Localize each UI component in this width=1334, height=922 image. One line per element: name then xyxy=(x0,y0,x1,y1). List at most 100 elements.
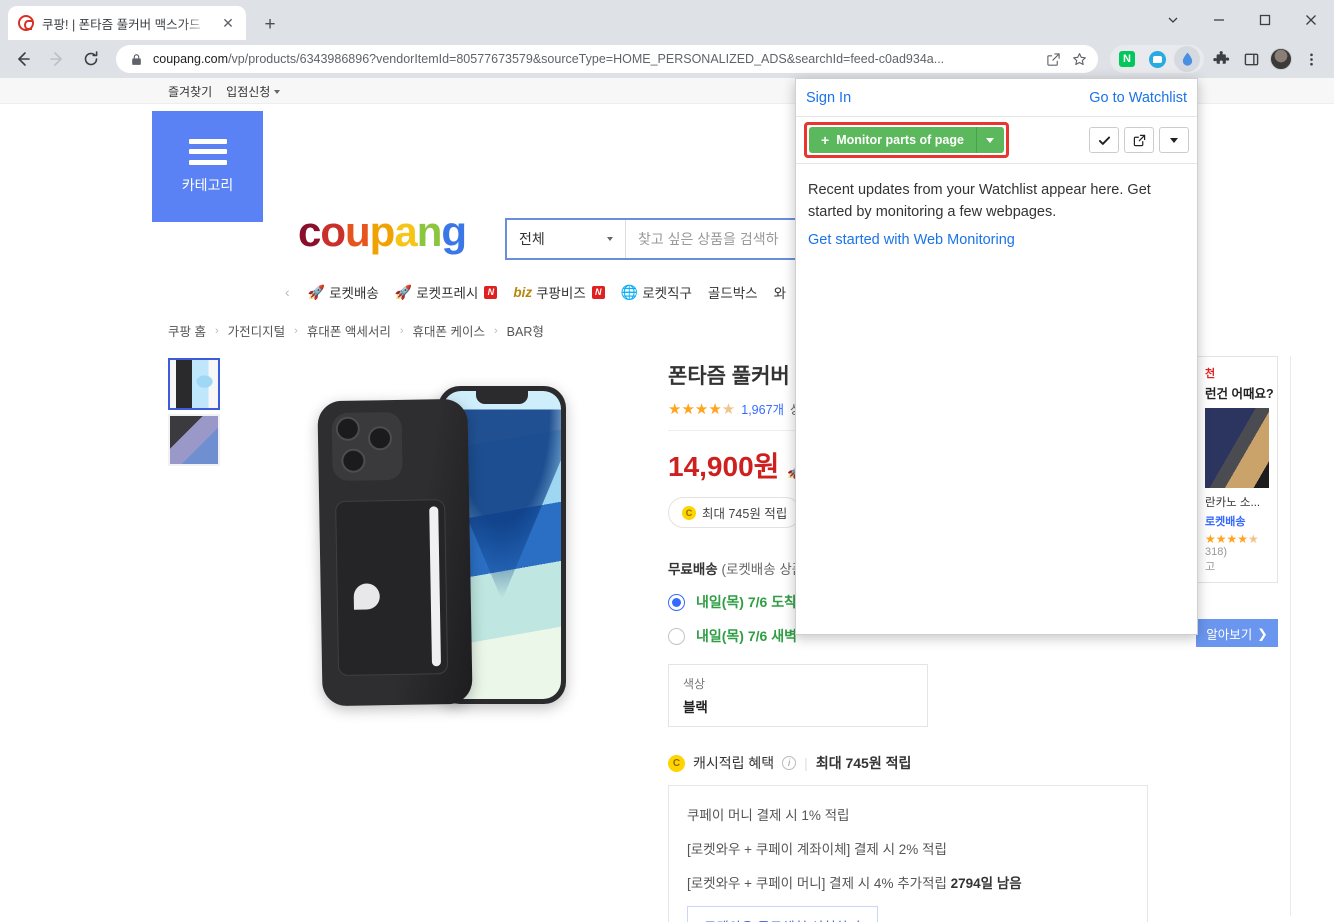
breadcrumb-separator: › xyxy=(214,324,219,337)
logo-char-g: g xyxy=(441,208,467,255)
plus-icon: + xyxy=(821,132,830,148)
nav-prev-icon[interactable]: ‹ xyxy=(285,284,290,300)
monitor-dropdown-button[interactable] xyxy=(975,127,1004,153)
window-controls xyxy=(1150,0,1334,40)
cashback-line-2: [로켓와우 + 쿠페이 계좌이체] 결제 시 2% 적립 xyxy=(687,838,1129,858)
coin-icon: C xyxy=(682,505,696,520)
quicknav-rocket-direct[interactable]: 🌐 로켓직구 xyxy=(621,282,692,302)
blue-chat-extension-icon[interactable] xyxy=(1144,46,1170,72)
info-icon[interactable]: i xyxy=(782,756,797,771)
minimize-icon[interactable] xyxy=(1196,0,1242,40)
thumbnail-1[interactable] xyxy=(168,358,220,410)
tab-search-icon[interactable] xyxy=(1150,0,1196,40)
chevron-right-icon: ❯ xyxy=(1257,626,1268,641)
cashback-days-left: 2794일 남음 xyxy=(950,876,1022,892)
thumbnail-2[interactable] xyxy=(168,414,220,466)
rating-stars: ★★★★★ xyxy=(668,400,735,418)
quicknav-goldbox[interactable]: 골드박스 xyxy=(708,282,758,302)
more-options-button[interactable] xyxy=(1159,127,1189,153)
forward-icon[interactable] xyxy=(42,44,72,74)
ad-tag: 천 xyxy=(1205,368,1216,380)
back-icon[interactable] xyxy=(8,44,38,74)
quick-nav: ‹ 🚀 로켓배송 🚀 로켓프레시 N biz 쿠팡비즈 N 🌐 로켓직구 골드박스 와 xyxy=(285,278,786,306)
check-button[interactable] xyxy=(1089,127,1119,153)
camera-lens xyxy=(341,448,366,473)
ad-learn-more-button[interactable]: 알아보기 ❯ xyxy=(1196,619,1278,647)
cashback-title: 캐시적립 혜택 xyxy=(693,755,775,772)
go-to-watchlist-link[interactable]: Go to Watchlist xyxy=(1089,90,1187,106)
web-monitoring-extension-icon[interactable] xyxy=(1174,46,1200,72)
open-external-button[interactable] xyxy=(1124,127,1154,153)
cashback-line-text: 쿠페이 머니 결제 시 1% 적립 xyxy=(687,808,850,824)
monitor-parts-button[interactable]: + Monitor parts of page xyxy=(809,127,1004,153)
cashback-details: 쿠페이 머니 결제 시 1% 적립 [로켓와우 + 쿠페이 계좌이체] 결제 시… xyxy=(668,785,1148,922)
biz-icon: biz xyxy=(513,284,533,300)
three-dot-menu-icon[interactable] xyxy=(1296,44,1326,74)
chat-bubble-glyph xyxy=(1148,50,1166,68)
quicknav-wow[interactable]: 와 xyxy=(774,282,786,302)
search-scope-value: 전체 xyxy=(519,231,545,247)
thumbnail-list xyxy=(168,358,220,470)
radio-unselected[interactable] xyxy=(668,627,685,645)
browser-tab[interactable]: 쿠팡! | 폰타즘 풀커버 맥스가드 ✕ xyxy=(8,6,246,40)
product-main-image[interactable] xyxy=(240,368,640,748)
popup-body: Recent updates from your Watchlist appea… xyxy=(796,164,1197,248)
cashback-amount: 최대 745원 적립 xyxy=(815,755,912,772)
utility-item-favorites[interactable]: 즐겨찾기 xyxy=(168,83,212,100)
web-monitoring-popup: Sign In Go to Watchlist + Monitor parts … xyxy=(795,78,1198,635)
rocket-wow-trial-button[interactable]: 로켓와우 무료체험 신청하기 xyxy=(687,906,878,922)
lock-icon xyxy=(132,53,141,65)
tab-close-icon[interactable]: ✕ xyxy=(218,13,238,33)
profile-avatar[interactable] xyxy=(1266,44,1296,74)
color-selector[interactable]: 색상 블랙 xyxy=(668,664,928,728)
color-label: 색상 xyxy=(683,677,706,692)
breadcrumb-item-phone-cases[interactable]: 휴대폰 케이스 xyxy=(413,321,485,340)
quicknav-coupang-biz[interactable]: biz 쿠팡비즈 N xyxy=(513,282,605,302)
reload-icon[interactable] xyxy=(76,44,106,74)
radio-selected[interactable] xyxy=(668,593,685,611)
extensions-puzzle-icon[interactable] xyxy=(1206,44,1236,74)
coupang-logo[interactable]: coupang xyxy=(298,208,467,256)
divider: | xyxy=(804,755,808,772)
breadcrumb-item-phone-accessories[interactable]: 휴대폰 액세서리 xyxy=(307,321,391,340)
ad-product-image[interactable] xyxy=(1205,408,1269,488)
naver-extension-icon[interactable]: N xyxy=(1114,46,1140,72)
review-count[interactable]: 1,967개 xyxy=(741,399,784,418)
reward-pill: C 최대 745원 적립 xyxy=(668,497,802,529)
breadcrumb-item-bar-type[interactable]: BAR형 xyxy=(507,321,544,340)
shipping-free-label: 무료배송 xyxy=(668,562,718,578)
quicknav-rocket-fresh[interactable]: 🚀 로켓프레시 N xyxy=(395,282,498,302)
search-scope-select[interactable]: 전체 xyxy=(507,220,626,258)
star-icon[interactable] xyxy=(1068,48,1090,70)
naver-n-glyph: N xyxy=(1119,51,1135,67)
coin-icon: C xyxy=(668,754,685,772)
camera-lens xyxy=(367,426,393,451)
new-tab-button[interactable]: + xyxy=(256,10,284,38)
ad-product-name[interactable]: 란카노 소... xyxy=(1205,494,1269,510)
breadcrumb: 쿠팡 홈 › 가전디지털 › 휴대폰 액세서리 › 휴대폰 케이스 › BAR형 xyxy=(168,321,544,340)
phone-notch xyxy=(476,391,528,404)
ad-rail[interactable]: 천 런건 어때요? 란카노 소... 로켓배송 ★★★★★ 318) 고 xyxy=(1196,356,1278,583)
maximize-icon[interactable] xyxy=(1242,0,1288,40)
utility-item-apply[interactable]: 입점신청 xyxy=(226,83,281,100)
side-panel-icon[interactable] xyxy=(1236,44,1266,74)
thumbnail-image xyxy=(170,416,218,464)
cashback-line-1: 쿠페이 머니 결제 시 1% 적립 xyxy=(687,804,1129,824)
url-path: /vp/products/6343986896?vendorItemId=805… xyxy=(228,52,945,66)
camera-lens xyxy=(335,416,361,442)
breadcrumb-item-home[interactable]: 쿠팡 홈 xyxy=(168,321,206,340)
share-icon[interactable] xyxy=(1042,48,1064,70)
monitor-button-main[interactable]: + Monitor parts of page xyxy=(809,127,976,153)
address-bar[interactable]: coupang.com/vp/products/6343986896?vendo… xyxy=(116,45,1098,73)
chevron-down-icon xyxy=(1170,137,1178,143)
breadcrumb-item-electronics[interactable]: 가전디지털 xyxy=(228,321,286,340)
get-started-link[interactable]: Get started with Web Monitoring xyxy=(808,232,1185,248)
category-button[interactable]: 카테고리 xyxy=(152,111,263,222)
cashback-heading: C 캐시적립 혜택 i | 최대 745원 적립 xyxy=(668,753,1168,773)
close-icon[interactable] xyxy=(1288,0,1334,40)
new-badge: N xyxy=(591,285,605,299)
sign-in-link[interactable]: Sign In xyxy=(806,90,851,106)
coupang-favicon xyxy=(18,15,34,31)
quicknav-rocket-delivery[interactable]: 🚀 로켓배송 xyxy=(308,282,379,302)
tab-title: 쿠팡! | 폰타즘 풀커버 맥스가드 xyxy=(42,17,201,32)
